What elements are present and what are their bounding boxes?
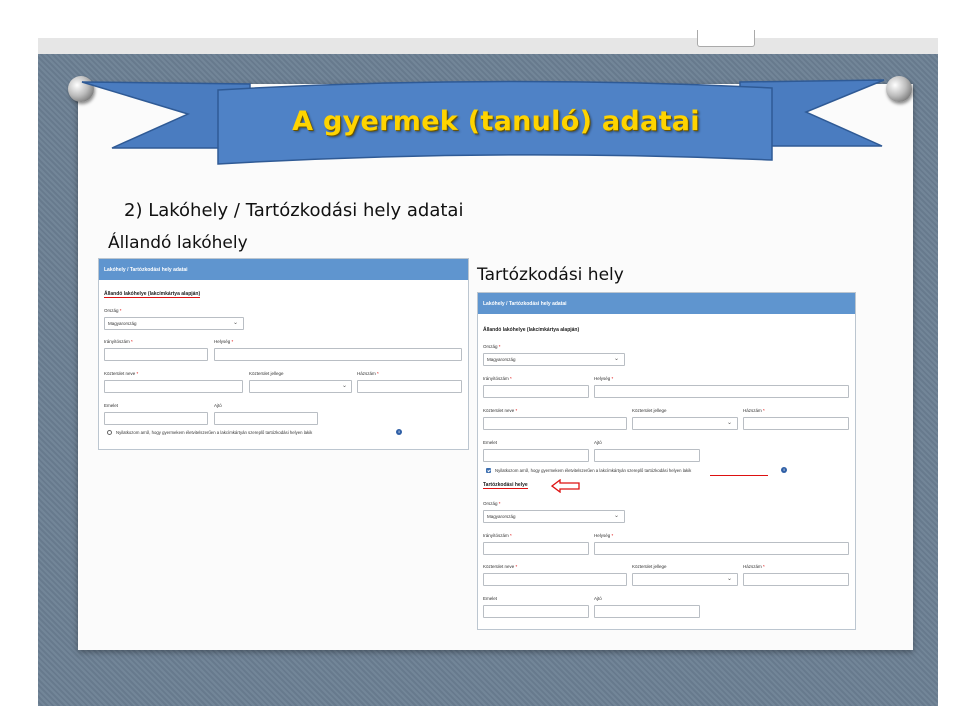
info-icon[interactable]: i [396,429,402,435]
house-number-input[interactable] [357,380,462,393]
country-select[interactable]: Magyarország [104,317,244,330]
residence-declaration-checkbox[interactable] [107,430,112,435]
house-number-label: Házszám * [743,564,765,569]
house-number-label: Házszám * [743,408,765,413]
door-label: Ajtó [594,440,602,445]
street-type-select[interactable] [249,380,352,393]
house-number-input[interactable] [743,417,849,430]
zip-label: Irányítószám * [104,339,133,344]
chevron-down-icon: ⌄ [233,320,239,326]
country-select[interactable]: Magyarország [483,353,625,366]
floor-input[interactable] [104,412,208,425]
form-header: Lakóhely / Tartózkodási hely adatai [478,293,855,314]
street-type-select[interactable] [632,573,738,586]
city-input[interactable] [594,385,849,398]
street-label: Közterület neve * [483,408,518,413]
left-caption: Állandó lakóhely [108,233,248,253]
street-type-label: Közterület jellege [632,408,667,413]
zip-label: Irányítószám * [483,533,512,538]
city-label: Helység * [594,533,614,538]
city-label: Helység * [594,376,614,381]
permanent-address-form: Lakóhely / Tartózkodási hely adatai Álla… [98,258,469,450]
floor-input[interactable] [483,449,589,462]
door-label: Ajtó [214,403,222,408]
house-number-label: Házszám * [357,371,379,376]
chevron-down-icon: ⌄ [342,383,348,389]
chevron-down-icon: ⌄ [614,356,620,362]
slide-title: A gyermek (tanuló) adatai [292,106,700,137]
street-input[interactable] [104,380,243,393]
residence-section-title: Tartózkodási helye [483,482,528,489]
street-type-label: Közterület jellege [632,564,667,569]
residence-declaration-text: Nyilatkozom arról, hogy gyermekem életvi… [495,468,692,473]
zip-input[interactable] [483,385,589,398]
residence-declaration-checkbox[interactable] [486,468,491,473]
residence-declaration-text: Nyilatkozom arról, hogy gyermekem életvi… [116,430,313,435]
street-label: Közterület neve * [483,564,518,569]
floor-label: Emelet [483,440,498,445]
form-section-title: Állandó lakóhelye (lakcímkártya alapján) [483,327,580,333]
chevron-down-icon: ⌄ [614,513,620,519]
door-input[interactable] [214,412,318,425]
zip-input[interactable] [104,348,208,361]
street-input[interactable] [483,573,627,586]
section-heading: 2) Lakóhely / Tartózkodási hely adatai [124,200,464,221]
floor-label: Emelet [483,596,498,601]
chevron-down-icon: ⌄ [727,420,733,426]
chevron-down-icon: ⌄ [727,576,733,582]
door-input[interactable] [594,605,700,618]
city-input[interactable] [594,542,849,555]
street-type-select[interactable] [632,417,738,430]
zip-input[interactable] [483,542,589,555]
city-label: Helység * [214,339,234,344]
info-icon[interactable]: i [781,467,787,473]
temporary-residence-form: Lakóhely / Tartózkodási hely adatai Álla… [477,292,856,630]
form-header: Lakóhely / Tartózkodási hely adatai [99,259,468,280]
country-label: Ország * [483,501,501,506]
country-label: Ország * [483,344,501,349]
right-caption: Tartózkodási hely [477,265,624,285]
zip-label: Irányítószám * [483,376,512,381]
street-input[interactable] [483,417,627,430]
floor-label: Emelet [104,403,119,408]
country-label: Ország * [104,308,122,313]
annotation-arrow-icon [551,479,580,493]
annotation-underline [710,475,768,476]
door-input[interactable] [594,449,700,462]
floor-input[interactable] [483,605,589,618]
street-label: Közterület neve * [104,371,139,376]
city-input[interactable] [214,348,462,361]
title-ribbon [81,79,885,165]
street-type-label: Közterület jellege [249,371,284,376]
door-label: Ajtó [594,596,602,601]
house-number-input[interactable] [743,573,849,586]
country-select[interactable]: Magyarország [483,510,625,523]
form-section-title: Állandó lakóhelye (lakcímkártya alapján) [104,291,201,298]
